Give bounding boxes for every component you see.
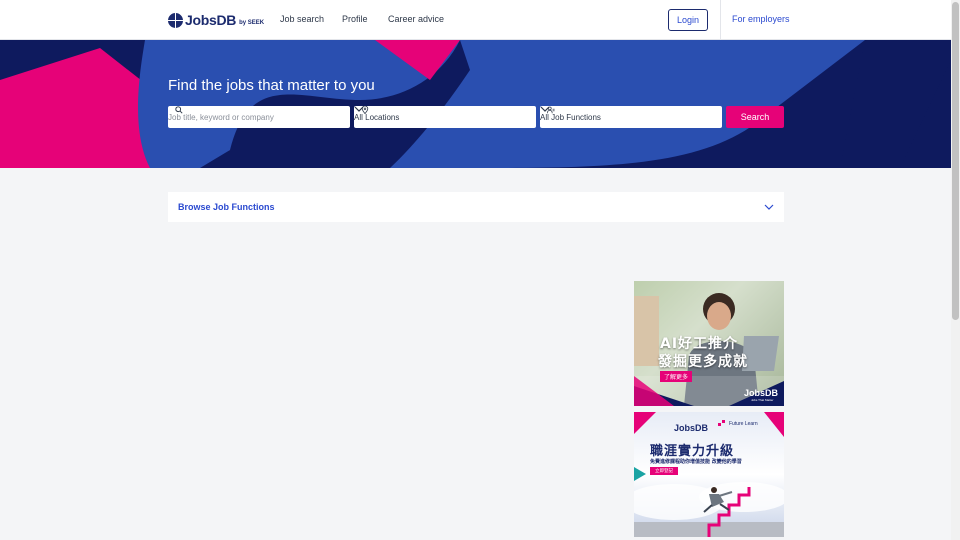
ad1-headline-1: AI好工推介	[660, 336, 739, 352]
header-divider	[720, 0, 721, 40]
login-button[interactable]: Login	[668, 9, 708, 31]
nav-profile[interactable]: Profile	[342, 14, 368, 24]
page-scrollbar[interactable]	[951, 0, 960, 540]
ad2-headline: 職涯實力升級	[650, 444, 735, 459]
ad1-tagline: Jobs That Matter	[751, 398, 774, 402]
for-employers-link[interactable]: For employers	[732, 14, 790, 24]
logo-sub: by SEEK	[239, 19, 265, 26]
chevron-down-icon	[354, 106, 364, 112]
jobsdb-logo[interactable]: JobsDB by SEEK	[168, 12, 264, 28]
ad1-brand: JobsDB	[744, 388, 779, 398]
chevron-down-icon	[540, 106, 550, 112]
search-button[interactable]: Search	[726, 106, 784, 128]
ad2-subtitle: 免費進修課程助你增值技能 改變他的學習	[650, 459, 742, 465]
top-header: JobsDB by SEEK Job search Profile Career…	[0, 0, 951, 40]
hero-title: Find the jobs that matter to you	[168, 77, 375, 94]
ad-banner-career-upgrade[interactable]: JobsDB Future Learn 職涯實力升級 免費進修課程助你增值技能 …	[634, 412, 784, 537]
ad-banner-ai-jobs[interactable]: AI好工推介 發掘更多成就 了解更多 JobsDB Jobs That Matt…	[634, 281, 784, 406]
nav-career-advice[interactable]: Career advice	[388, 14, 444, 24]
chevron-down-icon	[764, 204, 774, 210]
hero-banner: Find the jobs that matter to you Job tit…	[0, 40, 951, 168]
ad2-brand: JobsDB	[674, 423, 709, 433]
browse-job-functions-accordion[interactable]: Browse Job Functions	[168, 192, 784, 222]
hero-background-shapes	[0, 40, 951, 168]
job-function-select[interactable]: All Job Functions	[540, 106, 722, 128]
scrollbar-thumb[interactable]	[952, 2, 959, 320]
keyword-search-input[interactable]: Job title, keyword or company	[168, 106, 350, 128]
globe-logo-icon	[168, 12, 183, 28]
location-value: All Locations	[354, 112, 400, 122]
job-function-value: All Job Functions	[540, 112, 601, 122]
nav-job-search[interactable]: Job search	[280, 14, 324, 24]
ad2-partner: Future Learn	[729, 421, 758, 427]
logo-text: JobsDB	[185, 12, 237, 28]
keyword-placeholder: Job title, keyword or company	[168, 112, 274, 122]
ad1-cta-button[interactable]: 了解更多	[660, 371, 693, 382]
location-select[interactable]: All Locations	[354, 106, 536, 128]
search-icon	[175, 106, 183, 114]
browse-label: Browse Job Functions	[178, 202, 275, 212]
ad2-cta-button[interactable]: 立即登記	[650, 467, 678, 475]
ad1-headline-2: 發掘更多成就	[658, 354, 748, 370]
